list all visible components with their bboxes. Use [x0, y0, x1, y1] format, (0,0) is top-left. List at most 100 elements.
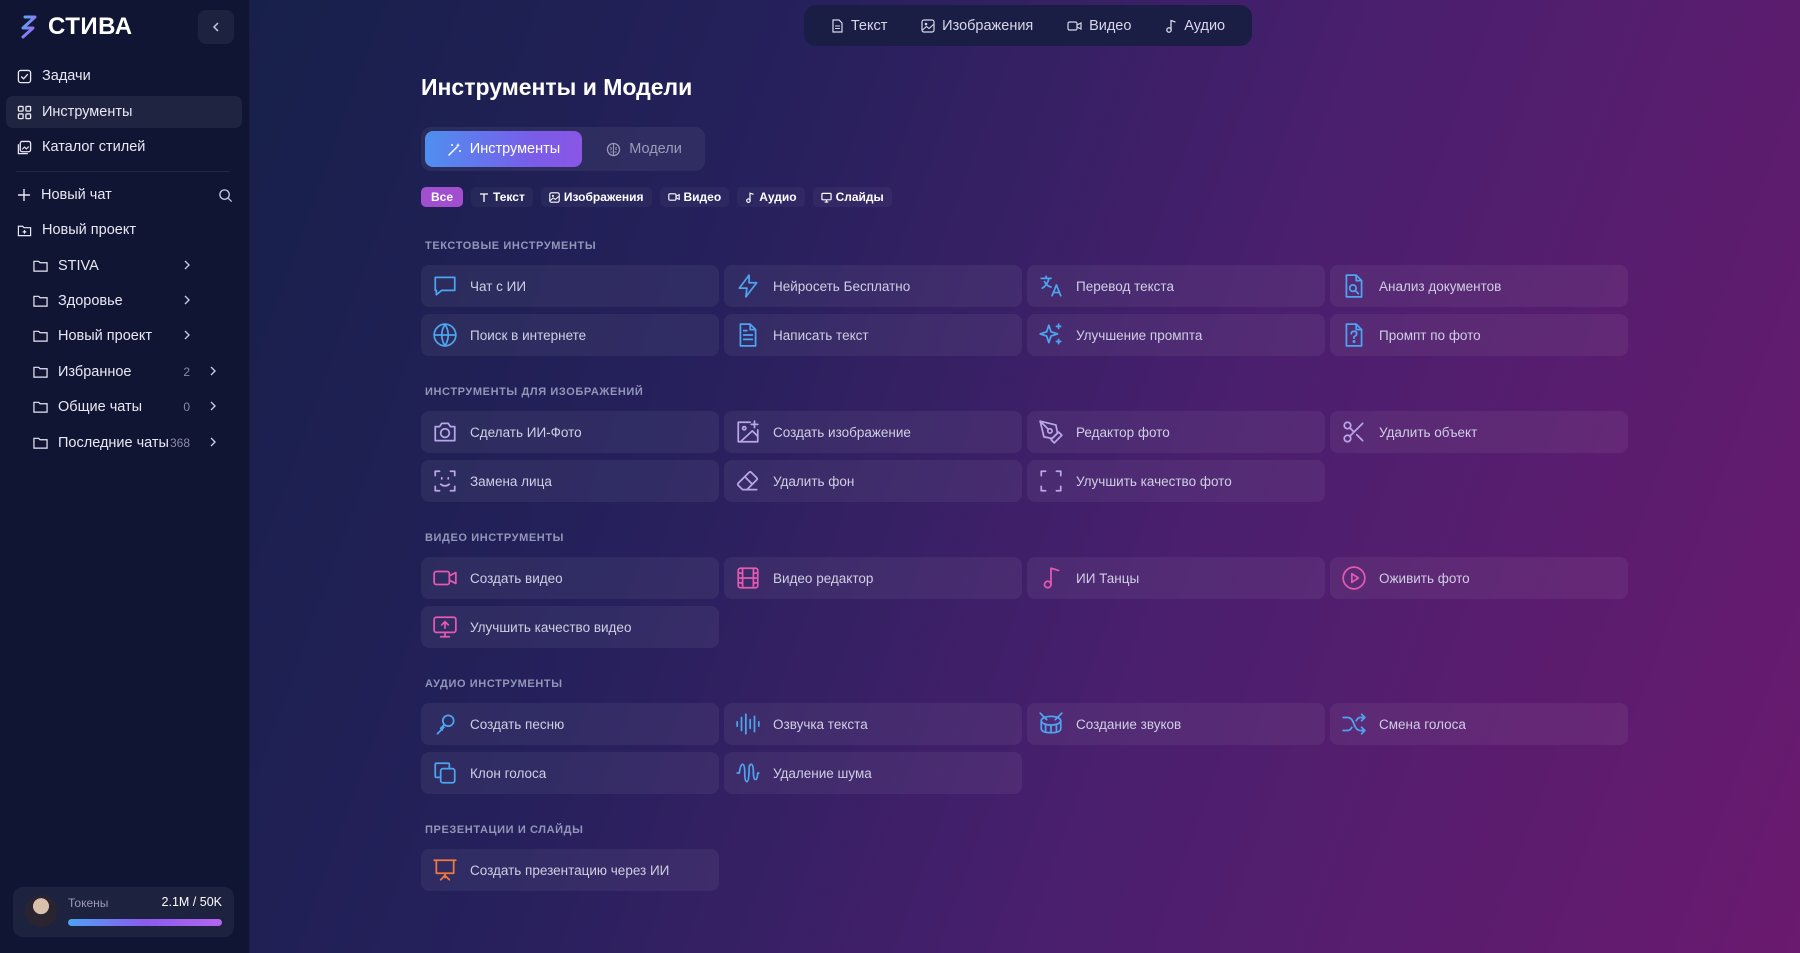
tool-card[interactable]: Редактор фото [1027, 411, 1325, 453]
filter-images[interactable]: Изображения [540, 187, 652, 207]
token-usage[interactable]: Токены 2.1M / 50K [13, 887, 234, 937]
topnav-text[interactable]: Текст [831, 18, 887, 34]
new-chat-button[interactable]: Новый чат [6, 179, 242, 211]
tool-label: Перевод текста [1076, 278, 1174, 294]
section-heading: ТЕКСТОВЫЕ ИНСТРУМЕНТЫ [425, 240, 597, 252]
filter-text[interactable]: Текст [471, 187, 533, 207]
sidebar-item-style-catalog[interactable]: Каталог стилей [6, 131, 242, 163]
tool-card[interactable]: Перевод текста [1027, 265, 1325, 307]
tool-card[interactable]: Клон голоса [421, 752, 719, 794]
main-content: Текст Изображения Видео Аудио Инструмент… [250, 0, 1800, 953]
chevron-right-icon [184, 295, 190, 305]
tool-card[interactable]: Чат с ИИ [421, 265, 719, 307]
tab-label: Инструменты [469, 141, 561, 157]
brand-logo[interactable]: СТИВА [16, 13, 133, 41]
filter-audio[interactable]: Аудио [737, 187, 805, 207]
folder-item-favorites[interactable]: Избранное 2 [28, 357, 234, 387]
film-icon [737, 567, 759, 589]
tool-card[interactable]: Создать презентацию через ИИ [421, 849, 719, 891]
music-note-icon [1166, 19, 1176, 33]
avatar[interactable] [25, 895, 57, 927]
tool-card[interactable]: Озвучка текста [724, 703, 1022, 745]
folder-item-new-project[interactable]: Новый проект [28, 321, 234, 351]
tool-card[interactable]: Видео редактор [724, 557, 1022, 599]
slides-icon [820, 192, 832, 203]
new-project-button[interactable]: Новый проект [6, 214, 242, 246]
tool-card[interactable]: ИИ Танцы [1027, 557, 1325, 599]
tool-card[interactable]: Промпт по фото [1330, 314, 1628, 356]
chip-label: Слайды [835, 190, 884, 204]
tool-card[interactable]: Удалить фон [724, 460, 1022, 502]
folder-count: 368 [169, 436, 190, 450]
token-label: Токены [68, 896, 109, 910]
tool-card[interactable]: Создать песню [421, 703, 719, 745]
eraser-icon [736, 470, 759, 491]
folder-label: Общие чаты [58, 399, 143, 415]
folder-item-health[interactable]: Здоровье [28, 286, 234, 316]
tool-card[interactable]: Улучшить качество видео [421, 606, 719, 648]
tab-models[interactable]: Модели [589, 131, 699, 167]
tool-card[interactable]: Анализ документов [1330, 265, 1628, 307]
tool-label: Создать видео [470, 570, 563, 586]
tool-card[interactable]: Смена голоса [1330, 703, 1628, 745]
sidebar-item-tasks[interactable]: Задачи [6, 60, 242, 92]
brain-icon [607, 142, 621, 156]
tool-label: Создание звуков [1076, 716, 1182, 732]
filter-all[interactable]: Все [421, 187, 464, 207]
topnav-video[interactable]: Видео [1067, 18, 1131, 34]
folder-item-shared-chats[interactable]: Общие чаты 0 [28, 392, 234, 422]
tool-label: Чат с ИИ [470, 278, 527, 294]
tool-card[interactable]: Удалить объект [1330, 411, 1628, 453]
tool-label: Смена голоса [1379, 716, 1466, 732]
copy-icon [434, 762, 456, 784]
tool-card[interactable]: Оживить фото [1330, 557, 1628, 599]
tab-tools[interactable]: Инструменты [425, 131, 582, 167]
tool-label: Озвучка текста [773, 716, 868, 732]
tool-card[interactable]: Создать изображение [724, 411, 1022, 453]
text-icon [480, 192, 489, 202]
topnav-audio[interactable]: Аудио [1165, 18, 1225, 34]
chip-label: Видео [683, 190, 722, 204]
tool-card[interactable]: Замена лица [421, 460, 719, 502]
image-icon [549, 191, 560, 203]
folder-item-recent-chats[interactable]: Последние чаты 368 [28, 428, 234, 458]
tool-label: Замена лица [470, 473, 552, 489]
music-note-icon [1043, 567, 1060, 589]
tool-card[interactable]: Поиск в интернете [421, 314, 719, 356]
folder-label: Последние чаты [58, 435, 169, 451]
question-document-icon [1345, 323, 1363, 347]
topnav-images[interactable]: Изображения [921, 18, 1033, 34]
sidebar-item-tools[interactable]: Инструменты [6, 96, 242, 128]
sidebar-item-label: Инструменты [42, 104, 133, 120]
tool-card[interactable]: Улучшение промпта [1027, 314, 1325, 356]
folder-label: Избранное [58, 364, 132, 380]
collapse-sidebar-button[interactable] [198, 10, 234, 44]
tool-card[interactable]: Создание звуков [1027, 703, 1325, 745]
tool-card[interactable]: Нейросеть Бесплатно [724, 265, 1022, 307]
tool-card[interactable]: Сделать ИИ-Фото [421, 411, 719, 453]
document-search-icon [1345, 274, 1363, 298]
video-icon [667, 193, 680, 201]
sidebar-item-label: Задачи [42, 68, 91, 84]
filter-slides[interactable]: Слайды [812, 187, 892, 207]
chat-bubble-icon [434, 276, 456, 296]
tool-card[interactable]: Написать текст [724, 314, 1022, 356]
chevron-right-icon [210, 401, 216, 411]
tool-label: Сделать ИИ-Фото [470, 424, 582, 440]
page-title: Инструменты и Модели [421, 74, 693, 100]
new-project-label: Новый проект [42, 222, 136, 238]
tool-label: Создать презентацию через ИИ [470, 862, 670, 878]
document-text-icon [739, 323, 757, 347]
tool-card[interactable]: Улучшить качество фото [1027, 460, 1325, 502]
filter-video[interactable]: Видео [659, 187, 730, 207]
token-progress-fill [68, 919, 222, 926]
folder-icon [33, 401, 48, 413]
chevron-right-icon [184, 330, 190, 340]
scissors-icon [1343, 421, 1364, 443]
tool-card[interactable]: Удаление шума [724, 752, 1022, 794]
folder-item-stiva[interactable]: STIVA [28, 251, 234, 281]
tool-card[interactable]: Создать видео [421, 557, 719, 599]
chevron-right-icon [210, 366, 216, 376]
search-icon[interactable] [218, 188, 233, 203]
brand-name: СТИВА [48, 13, 133, 40]
